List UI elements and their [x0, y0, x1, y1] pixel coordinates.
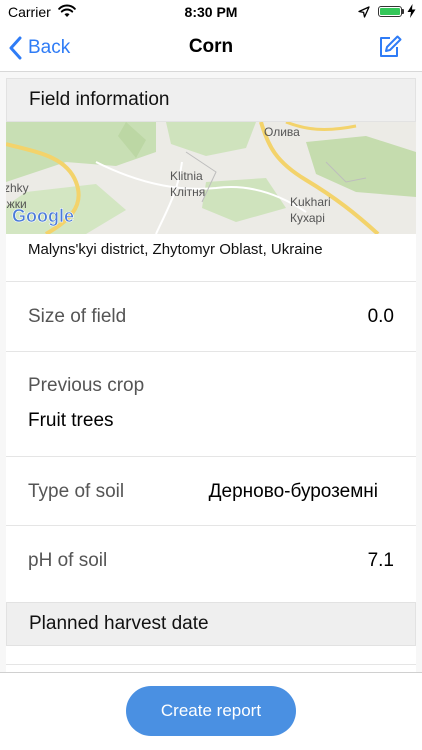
size-of-field-label: Size of field	[28, 306, 127, 327]
bottom-action-bar: Create report	[0, 672, 422, 750]
previous-crop-label: Previous crop	[28, 375, 145, 396]
create-report-button[interactable]: Create report	[126, 686, 296, 736]
compose-icon	[380, 35, 402, 57]
planned-harvest-header: Planned harvest date	[6, 602, 416, 646]
divider	[6, 351, 416, 352]
field-map[interactable]: Олива Klitnia Клітня Kukhari Кухарі zhky…	[6, 122, 416, 234]
field-detail-content: Field information Олива Klitnia Клітня K…	[6, 78, 416, 672]
back-label: Back	[28, 37, 71, 58]
screen: Carrier 8:30 PM Back Corn Field informat…	[0, 0, 422, 750]
status-bar: Carrier 8:30 PM	[0, 0, 422, 24]
previous-crop-value: Fruit trees	[28, 410, 114, 431]
chevron-left-icon	[9, 36, 22, 60]
back-button[interactable]: Back	[8, 34, 70, 62]
location-arrow-icon	[358, 5, 370, 23]
map-label-kukhari-cyr: Кухарі	[290, 211, 325, 225]
map-label-kukhari-latin: Kukhari	[290, 195, 331, 209]
type-of-soil-label: Type of soil	[28, 481, 125, 502]
ph-of-soil-value: 7.1	[367, 550, 394, 571]
map-label-left-latin: zhky	[6, 181, 29, 195]
size-of-field-value: 0.0	[367, 306, 394, 327]
type-of-soil-value: Дерново-буроземні	[208, 481, 378, 502]
battery-icon	[378, 6, 402, 17]
battery-cap	[402, 9, 404, 14]
map-label-klitnia-cyr: Клітня	[170, 185, 205, 199]
google-logo: Google	[12, 206, 74, 226]
map-label-oliva: Олива	[264, 125, 300, 139]
ph-of-soil-label: pH of soil	[28, 550, 108, 571]
divider	[6, 525, 416, 526]
field-location: Malyns'kyi district, Zhytomyr Oblast, Uk…	[28, 241, 323, 258]
divider	[6, 281, 416, 282]
charging-bolt-icon	[407, 4, 416, 23]
divider	[6, 456, 416, 457]
navigation-bar: Back Corn	[0, 24, 422, 72]
divider	[6, 664, 416, 665]
map-label-klitnia-latin: Klitnia	[170, 169, 203, 183]
battery-level	[380, 8, 400, 15]
compose-button[interactable]	[377, 34, 403, 60]
field-information-header: Field information	[6, 78, 416, 122]
